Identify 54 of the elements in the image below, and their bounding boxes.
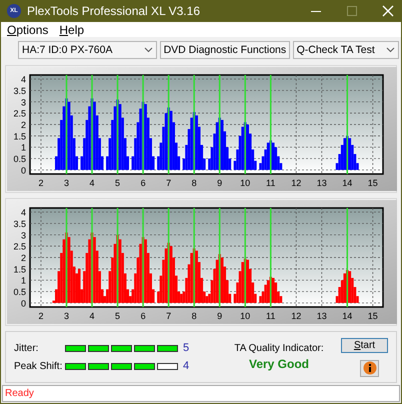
axis-label: 2.5: [13, 242, 26, 252]
axis-label: 12: [291, 178, 302, 188]
axis-label: 10: [240, 311, 250, 321]
axis-label: 9: [217, 311, 222, 321]
axis-label: 7: [166, 178, 172, 188]
axis-label: 10: [240, 178, 250, 188]
axis-label: 0.5: [13, 154, 26, 164]
axis-label: 5: [115, 178, 120, 188]
axis-label: 13: [316, 311, 327, 321]
axis-label: 2: [20, 120, 26, 130]
axis-label: 2: [38, 311, 44, 321]
axis-label: 4: [90, 178, 95, 188]
meter-reading: 4: [183, 360, 190, 372]
axis-label: 14: [342, 311, 352, 321]
axis-label: 4: [90, 311, 95, 321]
axis-label: 8: [192, 178, 197, 188]
axis-label: 15: [368, 178, 378, 188]
axis-label: 2.5: [13, 108, 26, 119]
axis-label: 0: [20, 165, 26, 176]
axis-label: 2: [38, 178, 44, 188]
axis-label: 1.5: [13, 131, 26, 142]
axis-label: 1: [20, 142, 26, 153]
quality-label: TA Quality Indicator:: [234, 343, 324, 354]
axis-label: 0: [20, 298, 26, 308]
axis-label: 0.5: [13, 287, 26, 298]
axis-label: 3: [20, 230, 26, 240]
axis-label: 3.5: [13, 86, 26, 96]
axis-label: 5: [115, 311, 120, 321]
axis-label: 7: [166, 311, 172, 321]
axis-label: 6: [140, 311, 146, 321]
axis-label: 4: [20, 74, 26, 85]
status-text: Ready: [5, 388, 34, 399]
axis-label: 6: [140, 178, 146, 188]
quality-value: Very Good: [248, 357, 310, 371]
axis-label: 9: [217, 178, 222, 188]
axis-label: 2: [20, 253, 26, 263]
meter-label: Jitter:: [14, 342, 40, 354]
axis-label: 8: [192, 311, 197, 321]
axis-label: 3.5: [13, 218, 26, 229]
axis-label: 3: [20, 97, 26, 108]
window-title: PlexTools Professional XL V3.16: [27, 4, 200, 18]
axis-label: 14: [342, 178, 352, 188]
axis-label: 3: [64, 311, 69, 321]
meter-reading: 5: [183, 342, 190, 354]
axis-label: 12: [291, 311, 302, 321]
axis-label: 13: [316, 178, 327, 188]
axis-label: 15: [368, 311, 378, 321]
meter-label: Peak Shift:: [14, 360, 64, 372]
axis-label: 1: [20, 276, 26, 286]
axis-label: 11: [266, 311, 276, 321]
axis-label: 3: [64, 178, 69, 188]
axis-label: 4: [20, 208, 26, 218]
axis-label: 11: [266, 178, 276, 188]
axis-label: 1.5: [13, 264, 26, 274]
